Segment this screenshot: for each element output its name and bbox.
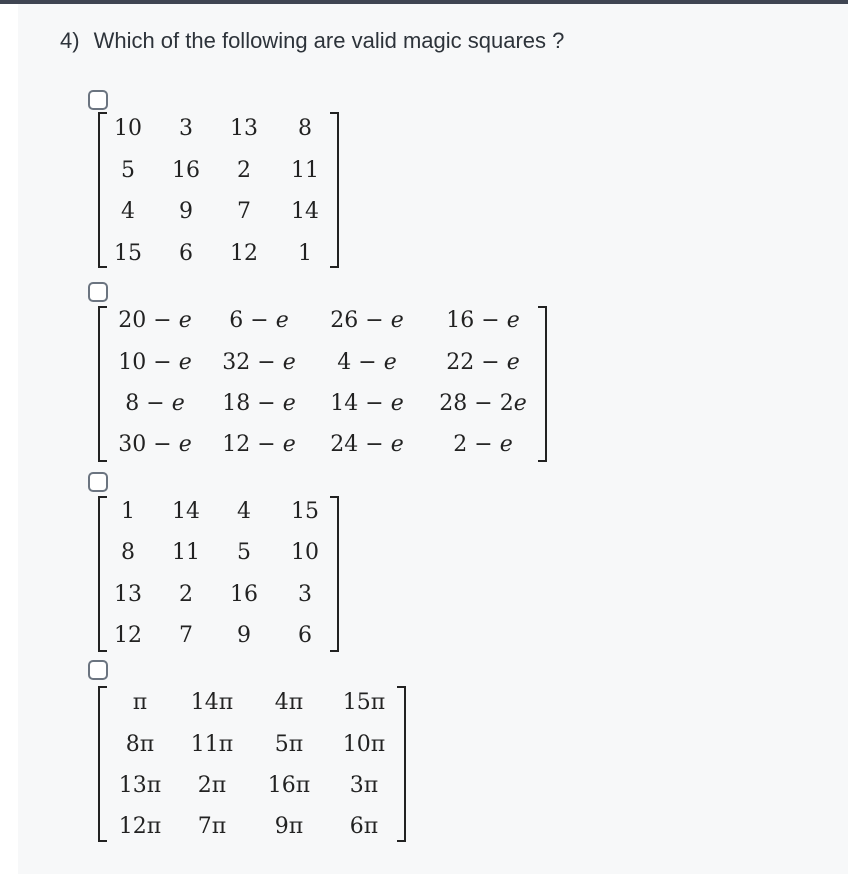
matrix-cell: 1	[121, 499, 135, 524]
matrix-cell: 12π	[118, 814, 162, 839]
matrix-cell: 10	[114, 116, 142, 141]
matrix-cell: 15π	[342, 690, 386, 715]
matrix-cell: 14	[172, 499, 200, 524]
option-d-checkbox[interactable]	[88, 660, 108, 680]
matrix-cell: 14 − e	[330, 391, 404, 416]
matrix-cell: 6 − e	[229, 308, 289, 333]
option-b-checkbox[interactable]	[88, 282, 108, 302]
matrix-cell: 16π	[267, 773, 311, 798]
matrix-cell: 12	[114, 623, 142, 648]
matrix-cell: 20 − e	[118, 308, 192, 333]
matrix-cell: 12	[230, 241, 258, 266]
matrix-cell: 7	[237, 199, 251, 224]
matrix-cell: 8	[121, 540, 135, 565]
matrix-cell: 5	[237, 540, 251, 565]
matrix-cell: 3π	[349, 773, 379, 798]
matrix-right-bracket	[538, 306, 547, 462]
matrix-cell: 5	[121, 158, 135, 183]
matrix-cell: 1	[298, 241, 312, 266]
matrix-cell: 2	[237, 158, 251, 183]
matrix-cell: 6	[179, 241, 193, 266]
matrix-cell: 6	[298, 623, 312, 648]
matrix-cell: 9	[237, 623, 251, 648]
matrix-cell: 13π	[118, 773, 162, 798]
matrix-cell: 11π	[190, 732, 234, 757]
matrix-cell: 8π	[125, 732, 155, 757]
matrix-left-bracket	[98, 686, 107, 842]
matrix-cell: 12 − e	[222, 432, 296, 457]
matrix-right-bracket	[330, 112, 339, 268]
matrix-cell: 10	[291, 540, 319, 565]
matrix-cell: 7π	[197, 814, 227, 839]
matrix-cell: 32 − e	[222, 350, 296, 375]
matrix-cell: 6π	[349, 814, 379, 839]
matrix-right-bracket	[397, 686, 406, 842]
matrix-cell: 15	[114, 241, 142, 266]
question-text: Which of the following are valid magic s…	[93, 28, 565, 53]
matrix-left-bracket	[98, 496, 107, 652]
matrix-cell: 7	[179, 623, 193, 648]
matrix-cell: 14	[291, 199, 319, 224]
matrix-cell: 16	[230, 582, 258, 607]
option-c-checkbox[interactable]	[88, 472, 108, 492]
matrix-cell: 4π	[274, 690, 304, 715]
matrix-cell: 8	[298, 116, 312, 141]
matrix-left-bracket	[98, 112, 107, 268]
matrix-cell: 13	[114, 582, 142, 607]
matrix-cell: 9π	[274, 814, 304, 839]
matrix-cell: 3	[179, 116, 193, 141]
matrix-left-bracket	[98, 306, 107, 462]
matrix-cell: 11	[291, 158, 319, 183]
matrix-cell: 2 − e	[453, 432, 513, 457]
matrix-cell: 9	[179, 199, 193, 224]
matrix-cell: 5π	[274, 732, 304, 757]
matrix-cell: 3	[298, 582, 312, 607]
matrix-cell: 24 − e	[330, 432, 404, 457]
matrix-cell: 15	[291, 499, 319, 524]
matrix-cell: 4 − e	[337, 350, 397, 375]
matrix-cell: 30 − e	[118, 432, 192, 457]
matrix-cell: 10π	[342, 732, 386, 757]
matrix-cell: 10 − e	[118, 350, 192, 375]
matrix-cell: π	[132, 690, 148, 715]
matrix-cell: 22 − e	[446, 350, 520, 375]
option-a-checkbox[interactable]	[88, 90, 108, 110]
question-number: 4)	[60, 28, 80, 53]
matrix-cell: 18 − e	[222, 391, 296, 416]
matrix-cell: 4	[237, 499, 251, 524]
matrix-cell: 26 − e	[330, 308, 404, 333]
matrix-cell: 16	[172, 158, 200, 183]
matrix-cell: 11	[172, 540, 200, 565]
matrix-cell: 4	[121, 199, 135, 224]
matrix-cell: 28 − 2e	[439, 391, 527, 416]
question-prompt: 4) Which of the following are valid magic…	[60, 28, 564, 54]
matrix-cell: 2π	[197, 773, 227, 798]
matrix-cell: 16 − e	[446, 308, 520, 333]
matrix-cell: 13	[230, 116, 258, 141]
matrix-cell: 14π	[190, 690, 234, 715]
matrix-right-bracket	[330, 496, 339, 652]
matrix-cell: 8 − e	[125, 391, 185, 416]
matrix-cell: 2	[179, 582, 193, 607]
